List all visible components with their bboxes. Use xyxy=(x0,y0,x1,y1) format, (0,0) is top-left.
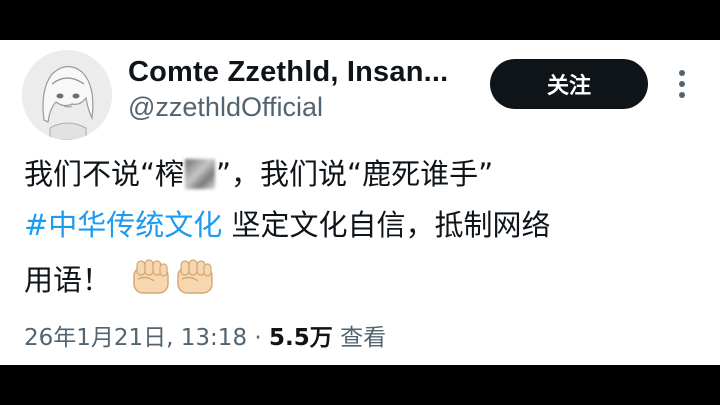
tweet-text-segment: 坚定文化自信，抵制网络 xyxy=(222,208,551,242)
censored-character xyxy=(185,159,216,189)
author-display-name[interactable]: Comte Zzethld, Insan... xyxy=(128,56,448,89)
tweet-text-segment: 我们不说“榨 xyxy=(24,157,185,191)
screen: Comte Zzethld, Insan... @zzethldOfficial… xyxy=(0,0,720,405)
tweet-text-segment: ”，我们说“鹿死谁手” xyxy=(216,157,494,191)
fist-emojis xyxy=(130,257,216,307)
tweet-text-line-3: 用语！ xyxy=(24,257,216,307)
tweet-meta: 26年1月21日, 13:18 · 5.5万 查看 xyxy=(24,318,386,352)
timestamp[interactable]: 26年1月21日, 13:18 xyxy=(24,325,247,351)
hashtag-link[interactable]: #中华传统文化 xyxy=(24,208,222,242)
author-handle[interactable]: @zzethldOfficial xyxy=(128,92,323,123)
tweet-text-line-2: #中华传统文化 坚定文化自信，抵制网络 xyxy=(24,205,551,245)
more-vertical-icon[interactable] xyxy=(667,64,697,104)
meta-separator: · xyxy=(254,325,262,351)
views-label: 查看 xyxy=(340,325,387,351)
raised-fist-icon xyxy=(133,259,213,294)
views-count: 5.5万 xyxy=(269,325,333,351)
tweet-text-line-1: 我们不说“榨 ”，我们说“鹿死谁手” xyxy=(24,154,493,194)
avatar-illustration xyxy=(22,50,112,140)
tweet-text-segment: 用语！ xyxy=(24,263,112,297)
follow-button[interactable]: 关注 xyxy=(490,59,648,109)
avatar[interactable] xyxy=(22,50,112,140)
tweet-card: Comte Zzethld, Insan... @zzethldOfficial… xyxy=(0,40,720,365)
